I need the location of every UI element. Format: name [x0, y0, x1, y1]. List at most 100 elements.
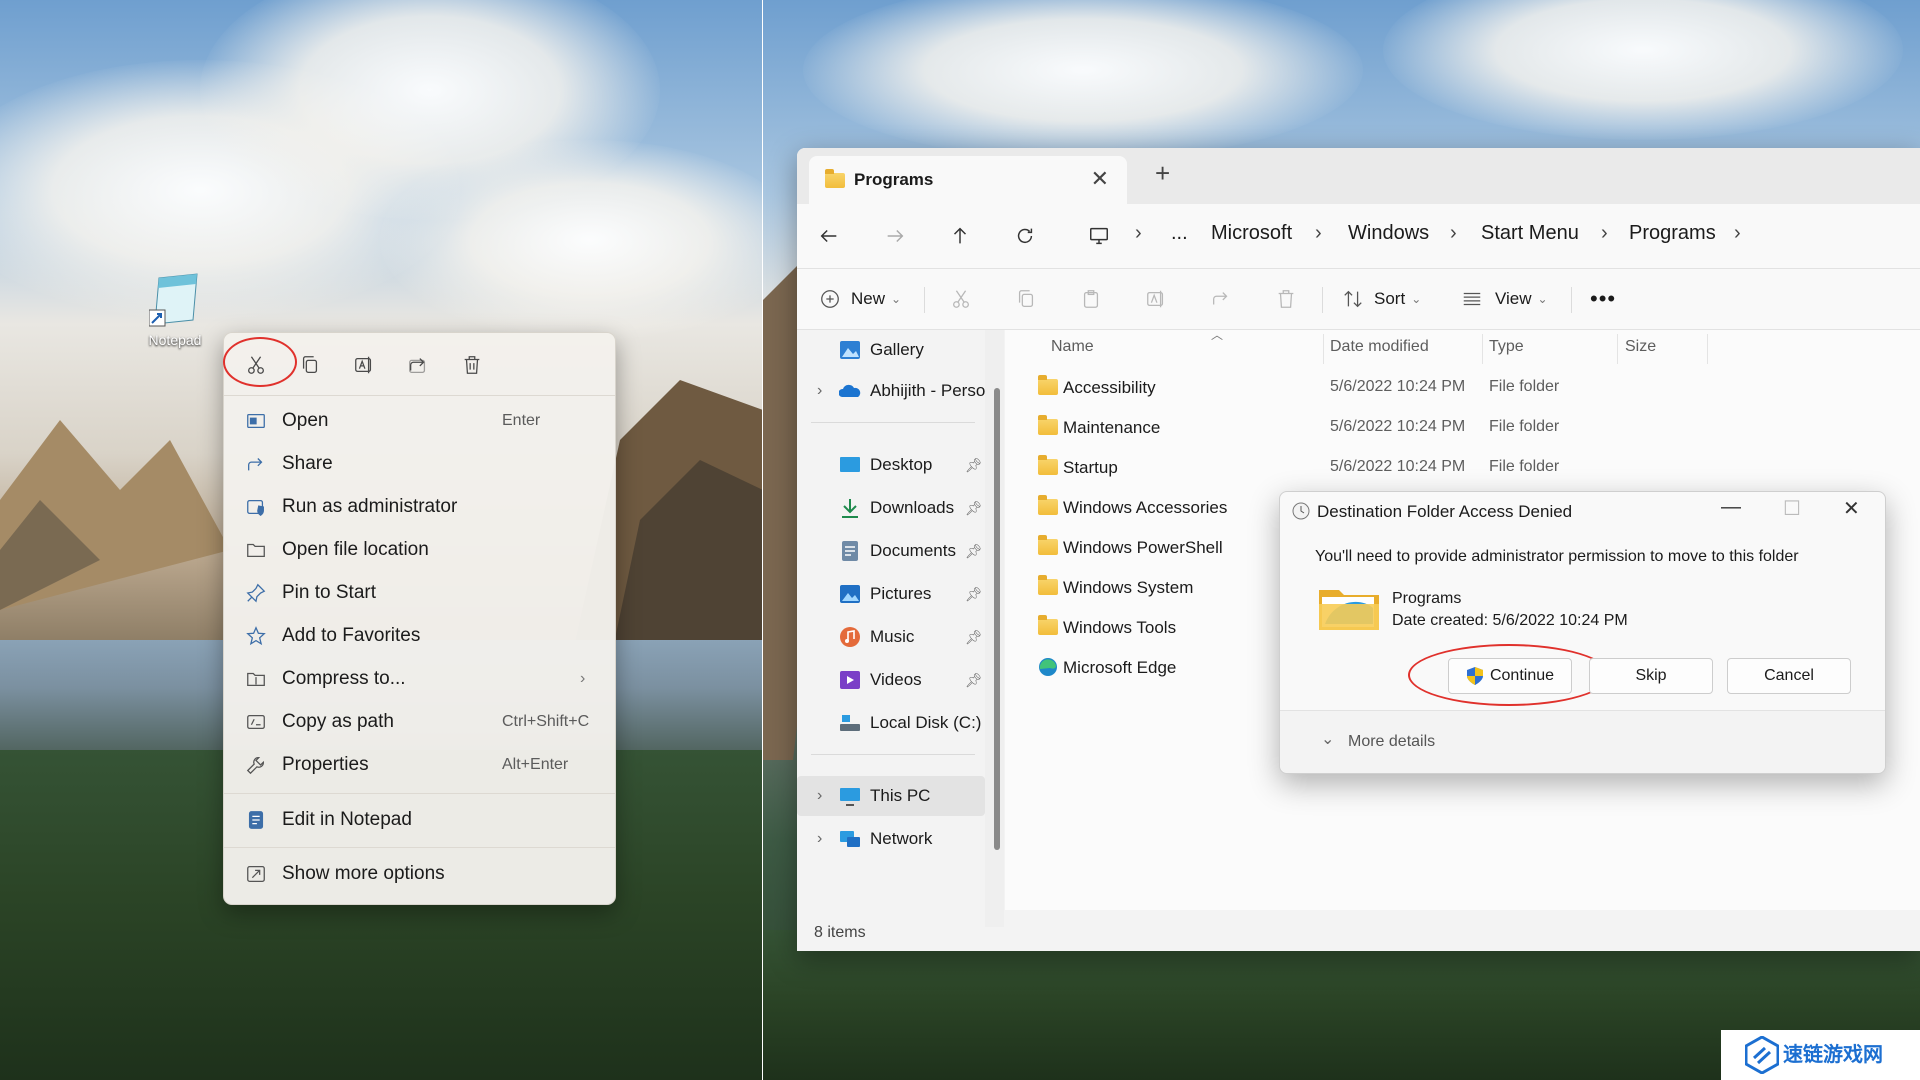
file-row-accessibility[interactable]: Accessibility 5/6/2022 10:24 PM File fol…	[1005, 369, 1920, 409]
pin-icon: 📌︎	[965, 628, 983, 645]
sidebar-item-pictures[interactable]: Pictures 📌︎	[797, 574, 985, 614]
menu-item-run-as-admin[interactable]: Run as administrator	[224, 486, 615, 528]
sidebar-item-local-disk[interactable]: Local Disk (C:)	[797, 703, 985, 743]
view-button[interactable]: View ⌄	[1461, 285, 1548, 313]
maximize-button[interactable]: ☐	[1783, 496, 1801, 521]
column-header-name[interactable]: Name	[1051, 338, 1094, 356]
file-row-maintenance[interactable]: Maintenance 5/6/2022 10:24 PM File folde…	[1005, 409, 1920, 449]
folder-icon	[1038, 495, 1058, 515]
menu-item-open-file-location[interactable]: Open file location	[224, 529, 615, 571]
desktop-icon-notepad[interactable]: Notepad	[140, 272, 210, 348]
breadcrumb-start-menu[interactable]: Start Menu	[1481, 222, 1579, 245]
sidebar-item-desktop[interactable]: Desktop 📌︎	[797, 445, 985, 485]
this-pc-crumb-button[interactable]	[1081, 218, 1117, 254]
column-header-type[interactable]: Type	[1489, 338, 1524, 356]
folder-icon	[1038, 575, 1058, 595]
menu-item-share[interactable]: Share	[224, 443, 615, 485]
file-row-startup[interactable]: Startup 5/6/2022 10:24 PM File folder	[1005, 449, 1920, 489]
ellipsis-icon: •••	[1590, 286, 1617, 311]
menu-item-properties[interactable]: Properties Alt+Enter	[224, 744, 615, 786]
expand-chevron-icon: ›	[817, 787, 823, 804]
minimize-button[interactable]: —	[1721, 496, 1741, 519]
sort-up-icon: ︿	[1211, 328, 1224, 342]
download-icon	[842, 499, 858, 518]
up-button[interactable]	[942, 218, 978, 254]
wrench-icon	[244, 753, 268, 777]
dialog-close-button[interactable]: ✕	[1843, 496, 1860, 521]
rename-command[interactable]	[1145, 285, 1167, 313]
arrow-up-icon	[953, 227, 967, 244]
gallery-icon	[840, 341, 860, 359]
menu-item-edit-in-notepad[interactable]: Edit in Notepad	[224, 799, 615, 841]
zip-icon	[244, 667, 268, 691]
menu-item-compress-to[interactable]: Compress to... ›	[224, 658, 615, 700]
breadcrumb-overflow[interactable]: ...	[1171, 222, 1188, 245]
sidebar-item-music[interactable]: Music 📌︎	[797, 617, 985, 657]
navigation-pane: Gallery › Abhijith - Persor Desktop 📌︎ D…	[797, 330, 991, 910]
tab-bar: Programs ✕ +	[797, 148, 1920, 204]
sidebar-item-gallery[interactable]: Gallery	[797, 330, 985, 370]
address-bar: › ... Microsoft › Windows › Start Menu ›…	[797, 204, 1920, 269]
menu-item-add-to-favorites[interactable]: Add to Favorites	[224, 615, 615, 657]
cut-command[interactable]	[950, 285, 972, 313]
pictures-icon	[840, 585, 860, 603]
paste-icon	[1083, 290, 1099, 308]
refresh-button[interactable]	[1007, 218, 1043, 254]
share-icon	[409, 358, 426, 373]
menu-item-show-more-options[interactable]: Show more options	[224, 853, 615, 895]
column-header-date[interactable]: Date modified	[1330, 338, 1429, 356]
rename-icon	[1147, 290, 1164, 308]
menu-separator	[224, 847, 615, 848]
breadcrumb-chevron-icon: ›	[1734, 222, 1741, 244]
sort-button[interactable]: Sort ⌄	[1342, 285, 1421, 313]
share-button[interactable]	[403, 350, 433, 380]
tab-programs[interactable]: Programs ✕	[809, 156, 1127, 204]
sidebar-item-documents[interactable]: Documents 📌︎	[797, 531, 985, 571]
expand-chevron-icon: ›	[817, 382, 823, 399]
more-details-toggle[interactable]: More details	[1348, 733, 1435, 751]
copy-button[interactable]	[295, 350, 325, 380]
delete-button[interactable]	[457, 350, 487, 380]
watermark: 速链游戏网	[1721, 1030, 1920, 1080]
path-icon	[244, 710, 268, 734]
rename-icon	[355, 356, 372, 374]
expand-icon	[244, 862, 268, 886]
sidebar-item-this-pc[interactable]: › This PC	[797, 776, 985, 816]
sidebar-item-network[interactable]: › Network	[797, 819, 985, 859]
menu-item-pin-to-start[interactable]: Pin to Start	[224, 572, 615, 614]
paste-command[interactable]	[1080, 285, 1102, 313]
cancel-button[interactable]: Cancel	[1727, 658, 1851, 694]
scissors-icon	[953, 290, 969, 308]
breadcrumb-programs[interactable]: Programs	[1629, 222, 1716, 245]
sidebar-item-downloads[interactable]: Downloads 📌︎	[797, 488, 985, 528]
share-command[interactable]	[1210, 285, 1232, 313]
breadcrumb-windows[interactable]: Windows	[1348, 222, 1429, 245]
trash-icon	[1278, 290, 1294, 308]
copy-icon	[1018, 290, 1034, 307]
chevron-down-icon: ⌄	[1537, 292, 1548, 306]
menu-item-copy-as-path[interactable]: Copy as path Ctrl+Shift+C	[224, 701, 615, 743]
arrow-left-icon	[820, 229, 837, 243]
more-options-button[interactable]: •••	[1590, 285, 1616, 313]
pin-icon: 📌︎	[965, 671, 983, 688]
column-header-size[interactable]: Size	[1625, 338, 1656, 356]
new-button[interactable]: New ⌄	[819, 285, 901, 313]
delete-command[interactable]	[1275, 285, 1297, 313]
menu-separator	[224, 793, 615, 794]
skip-button[interactable]: Skip	[1589, 658, 1713, 694]
forward-button[interactable]	[877, 218, 913, 254]
close-tab-icon[interactable]: ✕	[1091, 166, 1109, 192]
pin-icon: 📌︎	[965, 499, 983, 516]
sidebar-scrollbar-thumb[interactable]	[994, 388, 1000, 850]
copy-command[interactable]	[1015, 285, 1037, 313]
folder-icon	[825, 169, 845, 188]
breadcrumb-microsoft[interactable]: Microsoft	[1211, 222, 1292, 245]
sidebar-item-videos[interactable]: Videos 📌︎	[797, 660, 985, 700]
expand-chevron-icon: ›	[817, 830, 823, 847]
rename-button[interactable]	[349, 350, 379, 380]
new-tab-button[interactable]: +	[1155, 158, 1170, 189]
back-button[interactable]	[811, 218, 847, 254]
menu-item-open[interactable]: Open Enter	[224, 400, 615, 442]
pin-icon	[244, 581, 268, 605]
sidebar-item-onedrive[interactable]: › Abhijith - Persor	[797, 371, 991, 411]
